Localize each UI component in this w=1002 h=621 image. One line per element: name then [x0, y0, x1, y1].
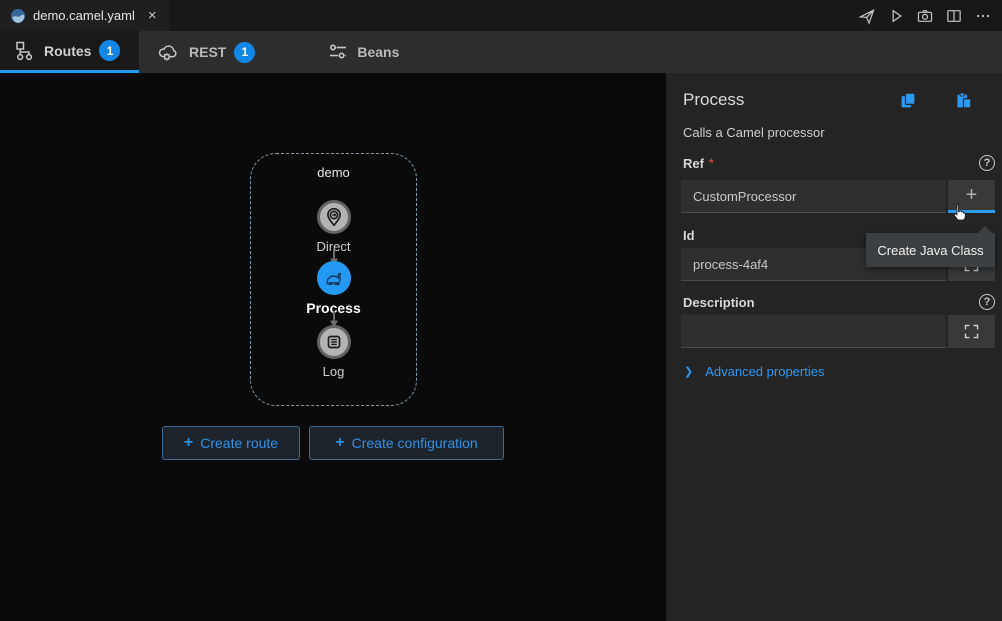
node-log-circle[interactable]: [317, 325, 351, 359]
view-tabstrip: Routes 1 REST 1 Beans: [0, 31, 1002, 73]
routes-icon: [14, 40, 36, 62]
file-tab[interactable]: demo.camel.yaml ×: [0, 0, 169, 31]
create-java-class-tooltip: Create Java Class: [866, 233, 995, 267]
editor-actions: [858, 0, 1002, 31]
rest-count-badge: 1: [234, 42, 255, 63]
more-actions-icon[interactable]: [974, 7, 992, 25]
file-tab-title: demo.camel.yaml: [33, 8, 135, 23]
tab-beans-label: Beans: [357, 44, 399, 60]
create-java-class-button[interactable]: +: [948, 180, 995, 213]
ref-input[interactable]: [681, 180, 946, 213]
beans-icon: [327, 41, 349, 63]
create-route-button[interactable]: + Create route: [162, 426, 300, 460]
copy-icon[interactable]: [899, 91, 918, 110]
panel-title: Process: [683, 90, 744, 110]
create-configuration-label: Create configuration: [352, 435, 478, 451]
tab-beans[interactable]: Beans: [311, 31, 415, 73]
screenshot-icon[interactable]: [916, 7, 934, 25]
tab-rest[interactable]: REST 1: [141, 31, 271, 73]
ref-input-row: +: [681, 180, 995, 213]
plus-icon: +: [184, 434, 193, 452]
expand-icon: [963, 323, 980, 340]
run-icon[interactable]: [887, 7, 905, 25]
advanced-properties-label: Advanced properties: [705, 364, 824, 379]
tab-routes-label: Routes: [44, 43, 91, 59]
create-configuration-button[interactable]: + Create configuration: [309, 426, 504, 460]
rest-cloud-icon: [157, 40, 181, 64]
tab-rest-label: REST: [189, 44, 226, 60]
ref-label-row: Ref * ?: [681, 155, 995, 171]
panel-subtitle: Calls a Camel processor: [683, 125, 995, 140]
log-list-icon: [323, 331, 345, 353]
node-process-circle[interactable]: [317, 261, 351, 295]
split-editor-icon[interactable]: [945, 7, 963, 25]
close-tab-button[interactable]: ×: [148, 8, 157, 23]
deploy-icon[interactable]: [858, 7, 876, 25]
kaoto-editor-window: demo.camel.yaml ×: [0, 0, 1002, 621]
properties-panel: Process Calls a Camel processor Ref * ?: [666, 73, 1002, 621]
ref-label: Ref: [683, 156, 704, 171]
node-direct-circle[interactable]: [317, 200, 351, 234]
description-help-icon[interactable]: ?: [979, 294, 995, 310]
create-route-label: Create route: [200, 435, 278, 451]
id-label: Id: [683, 228, 695, 243]
paste-icon[interactable]: [954, 91, 973, 110]
panel-header: Process: [681, 90, 995, 110]
description-label-row: Description ?: [681, 294, 995, 310]
editor-topbar: demo.camel.yaml ×: [0, 0, 1002, 31]
advanced-properties-link[interactable]: ❯ Advanced properties: [684, 364, 995, 379]
route-group-demo[interactable]: demo Direct: [250, 153, 417, 406]
camel-icon: [324, 268, 344, 288]
node-log[interactable]: Log: [251, 325, 416, 379]
camel-logo-icon: [10, 8, 26, 24]
description-expand-button[interactable]: [948, 315, 995, 348]
routes-count-badge: 1: [99, 40, 120, 61]
chevron-right-icon: ❯: [684, 365, 693, 378]
node-log-label: Log: [323, 364, 345, 379]
description-input[interactable]: [681, 315, 946, 348]
description-label: Description: [683, 295, 755, 310]
plus-icon: +: [335, 434, 344, 452]
route-group-label: demo: [251, 165, 416, 180]
plus-icon: +: [966, 184, 978, 207]
direct-pin-icon: [323, 206, 345, 228]
required-marker: *: [709, 156, 714, 170]
route-canvas[interactable]: demo Direct: [0, 73, 666, 621]
description-input-row: [681, 315, 995, 348]
node-direct[interactable]: Direct: [251, 200, 416, 254]
tab-routes[interactable]: Routes 1: [0, 31, 139, 73]
ref-help-icon[interactable]: ?: [979, 155, 995, 171]
node-process[interactable]: Process: [251, 261, 416, 316]
